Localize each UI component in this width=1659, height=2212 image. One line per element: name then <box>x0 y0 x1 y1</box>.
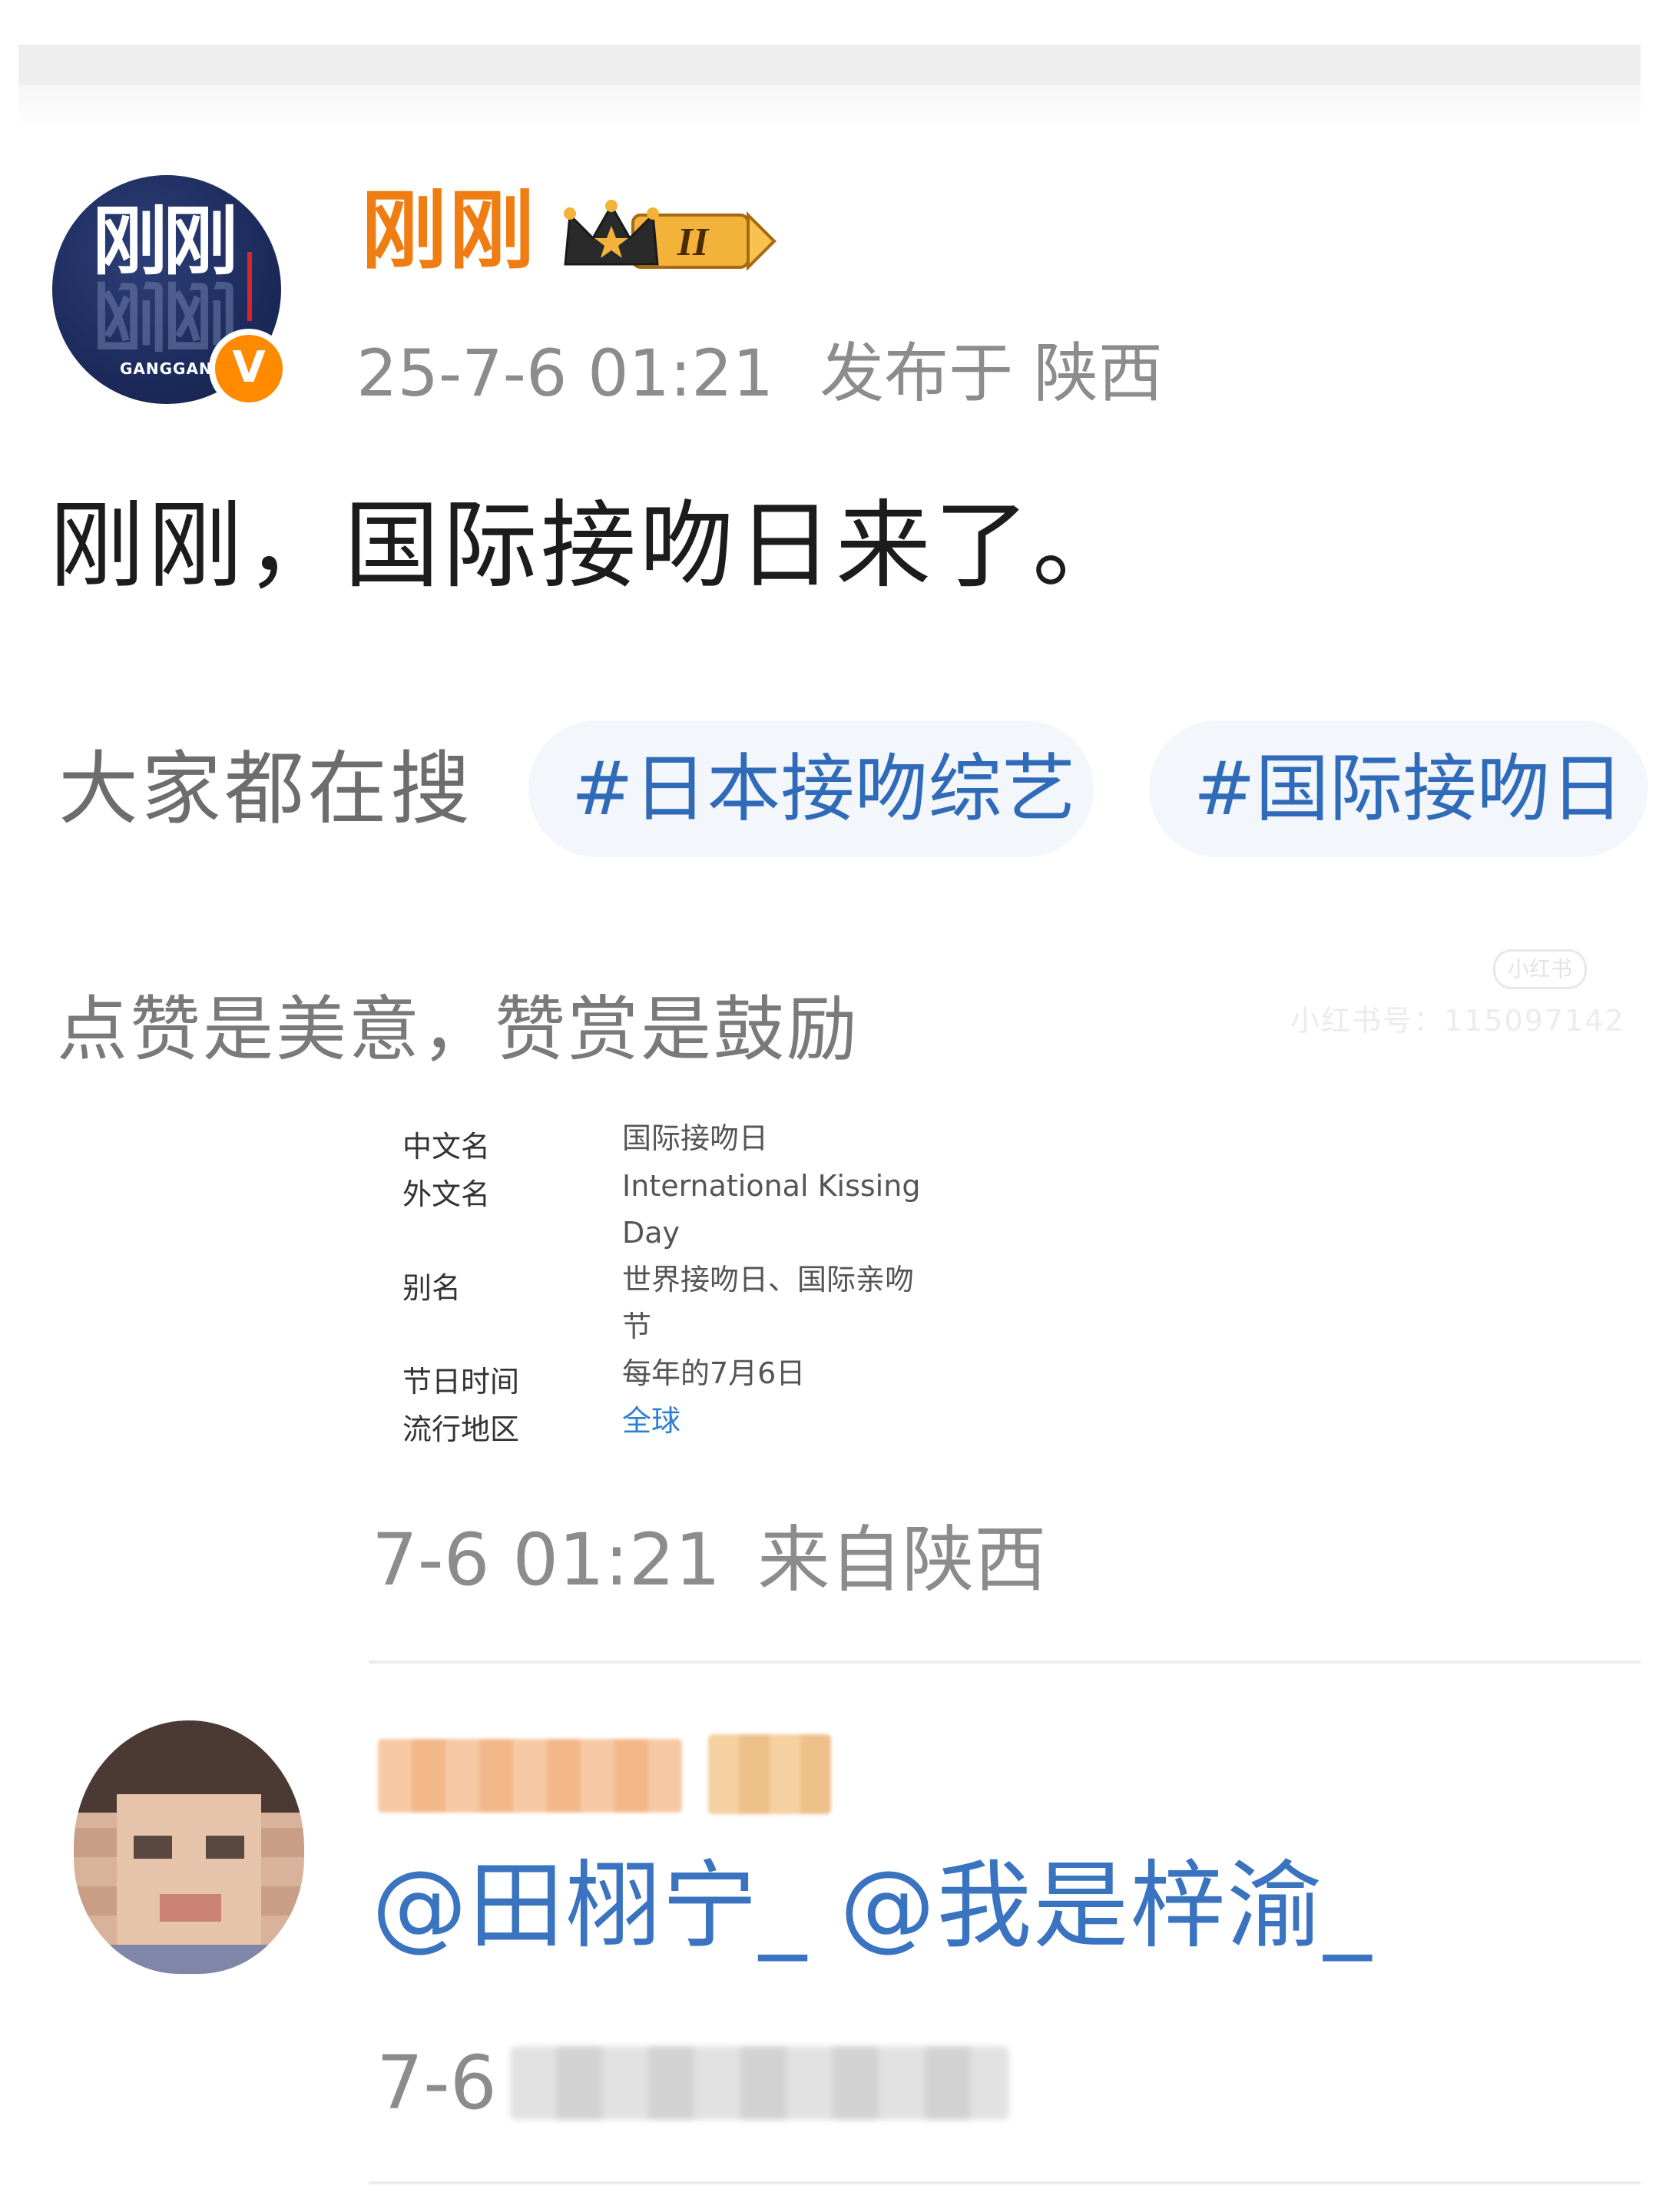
crown-jewel-left <box>564 207 576 220</box>
avatar-logo-reflection: 刚刚 <box>92 270 234 358</box>
top-bar-shadow <box>18 84 1641 131</box>
avatar-pixel-mouth <box>160 1894 221 1922</box>
level-badge-arrow <box>747 211 777 271</box>
avatar-pixel-face <box>117 1794 261 1948</box>
watermark-logo: 小红书 <box>1493 949 1587 989</box>
commenter-name-blurred[interactable] <box>378 1739 682 1813</box>
avatar-pixel-eye-left <box>134 1836 172 1859</box>
post-body: 刚刚，国际接吻日来了。 <box>49 491 1131 601</box>
author-name[interactable]: 刚刚 <box>361 184 536 279</box>
reward-prompt: 点赞是美意，赞赏是鼓励 <box>57 988 860 1071</box>
crown-jewel-right <box>647 207 659 220</box>
hashtag-chip-2[interactable]: #国际接吻日 <box>1149 720 1648 857</box>
info-value: 世界接吻日、国际亲吻节 <box>622 1263 915 1343</box>
info-value: 每年的7月6日 <box>622 1356 806 1390</box>
avatar-logo-text: 刚刚 <box>92 198 238 286</box>
verified-badge-icon: V <box>209 329 289 409</box>
commenter-badge-blurred <box>708 1734 831 1814</box>
hashtag-chip-1[interactable]: #日本接吻综艺 <box>528 720 1094 857</box>
post-meta: 25-7-6 01:21 发布于 陕西 <box>356 338 1163 409</box>
watermark-id: 小红书号：115097142 <box>1290 1004 1625 1038</box>
top-bar <box>18 45 1641 84</box>
crown-level-badge-icon[interactable]: II <box>559 198 790 278</box>
avatar-red-bar <box>247 252 252 321</box>
avatar-pixel-shirt <box>74 1945 304 1974</box>
info-key: 流行地区 <box>402 1412 520 1446</box>
comment-time: 7-6 <box>376 2040 497 2126</box>
comment-text[interactable]: @田栩宁_ @我是梓渝_ <box>372 1854 1373 1959</box>
commenter-avatar[interactable] <box>74 1720 304 1974</box>
comment-divider <box>369 1661 1641 1664</box>
repost-source: 来自陕西 <box>757 1518 1047 1602</box>
info-key: 外文名 <box>402 1177 491 1211</box>
avatar-logo-small-text: GANGGAN <box>120 359 213 378</box>
info-value-link[interactable]: 全球 <box>622 1398 945 1445</box>
info-key: 中文名 <box>402 1130 491 1164</box>
info-key: 别名 <box>402 1271 462 1305</box>
bottom-divider <box>369 2181 1641 2184</box>
crown-jewel-mid <box>605 200 618 212</box>
post-location: 发布于 陕西 <box>820 336 1163 411</box>
repost-time: 7-6 01:21 <box>372 1518 721 1602</box>
trending-search-label: 大家都在搜 <box>58 742 474 836</box>
avatar-pixel-eye-right <box>206 1836 244 1859</box>
info-value: 国际接吻日 <box>622 1121 769 1155</box>
info-value: International Kissing Day <box>622 1169 921 1250</box>
info-key: 节日时间 <box>402 1365 520 1399</box>
comment-meta-blurred <box>510 2046 1009 2120</box>
repost-meta: 7-6 01:21 来自陕西 <box>372 1521 1046 1600</box>
post-timestamp: 25-7-6 01:21 <box>356 336 774 411</box>
level-badge-text: II <box>677 220 710 264</box>
